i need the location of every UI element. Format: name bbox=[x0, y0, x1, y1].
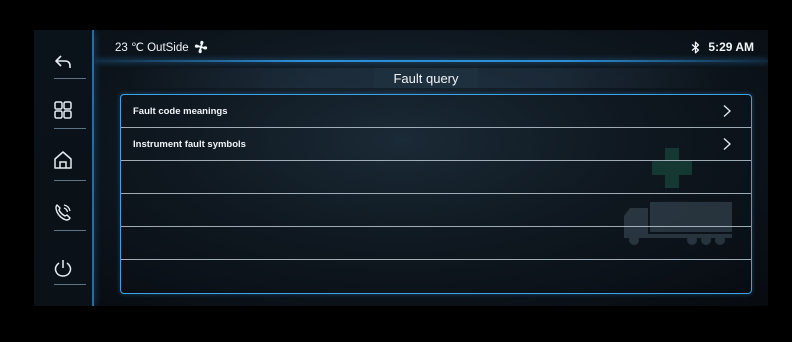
home-icon bbox=[54, 151, 72, 169]
menu-item-empty bbox=[121, 161, 751, 193]
status-right: 5:29 AM bbox=[691, 40, 754, 54]
fan-icon bbox=[194, 40, 207, 54]
chevron-right-icon bbox=[723, 105, 731, 117]
menu-item-empty bbox=[121, 194, 751, 226]
sidebar-divider bbox=[54, 128, 86, 129]
row-divider bbox=[121, 259, 751, 260]
chevron-right-icon bbox=[723, 138, 731, 150]
menu-item-empty bbox=[121, 227, 751, 259]
sidebar-divider bbox=[54, 78, 86, 79]
back-button[interactable] bbox=[34, 44, 92, 80]
sidebar-divider bbox=[54, 230, 86, 231]
apps-grid-icon bbox=[54, 101, 72, 119]
power-button[interactable] bbox=[34, 250, 92, 286]
sidebar-divider bbox=[54, 180, 86, 181]
clock: 5:29 AM bbox=[708, 40, 754, 54]
infotainment-screen: 23 ℃ OutSide 5:29 AM Fault query Fault c… bbox=[34, 30, 768, 306]
phone-button[interactable] bbox=[34, 194, 92, 230]
sidebar bbox=[34, 30, 94, 306]
phone-icon bbox=[55, 204, 71, 221]
temperature-label: 23 ℃ OutSide bbox=[115, 42, 189, 54]
home-button[interactable] bbox=[34, 142, 92, 178]
back-icon bbox=[55, 55, 71, 68]
menu-item-label: Instrument fault symbols bbox=[133, 138, 246, 150]
menu-item-instrument-fault-symbols[interactable]: Instrument fault symbols bbox=[121, 128, 751, 160]
bluetooth-icon bbox=[692, 41, 700, 53]
menu-item-fault-code-meanings[interactable]: Fault code meanings bbox=[121, 95, 751, 127]
menu-item-label: Fault code meanings bbox=[133, 105, 228, 117]
sidebar-divider bbox=[54, 284, 86, 285]
page-title: Fault query bbox=[374, 68, 478, 88]
outside-temperature: 23 ℃ OutSide bbox=[115, 40, 208, 54]
header-divider bbox=[96, 60, 768, 62]
power-icon bbox=[54, 260, 72, 277]
apps-button[interactable] bbox=[34, 92, 92, 128]
fault-query-menu: Fault code meanings Instrument fault sym… bbox=[120, 94, 752, 294]
